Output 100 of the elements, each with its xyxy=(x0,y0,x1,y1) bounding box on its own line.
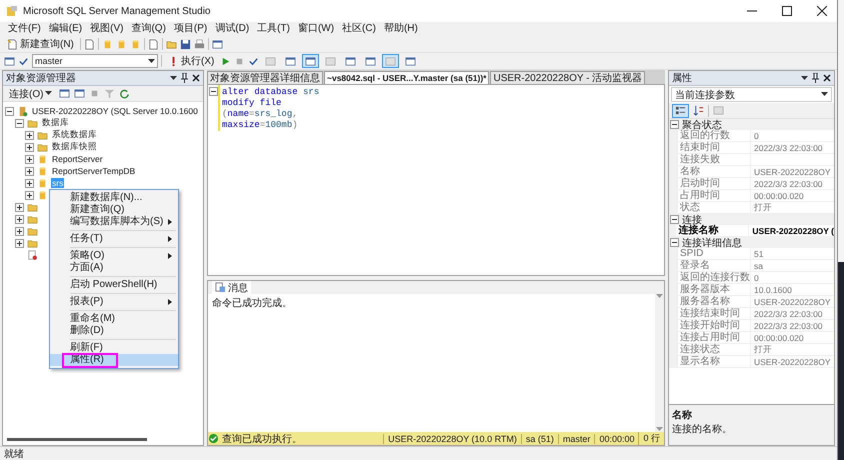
menu-item[interactable]: 策略(O) xyxy=(50,250,178,262)
tree-item[interactable]: USER-20220228OY (SQL Server 10.0.1600 xyxy=(31,106,199,116)
menu-item[interactable]: 重命名(M) xyxy=(50,313,178,325)
collapse-icon[interactable] xyxy=(670,238,679,247)
expand-icon[interactable] xyxy=(25,142,34,152)
maximize-icon[interactable] xyxy=(782,6,792,16)
categorized-button[interactable] xyxy=(672,104,689,118)
property-value: 10.0.1600 xyxy=(753,284,792,294)
printer-icon[interactable] xyxy=(194,38,205,50)
tree-item[interactable]: 系统数据库 xyxy=(51,129,98,141)
close-icon[interactable] xyxy=(192,74,200,82)
document-icon[interactable] xyxy=(84,38,95,50)
menu-item[interactable]: 查询(Q) xyxy=(127,22,170,36)
tree-item[interactable]: ReportServerTempDB xyxy=(51,166,136,176)
menu-item[interactable]: 新建查询(Q) xyxy=(50,204,178,216)
toolbar-toggle[interactable] xyxy=(382,54,400,68)
collapse-icon[interactable] xyxy=(670,215,679,224)
collapse-icon[interactable] xyxy=(15,118,24,128)
expand-icon[interactable] xyxy=(25,190,34,200)
menu-item[interactable]: 项目(P) xyxy=(170,22,212,36)
menu-item[interactable]: 工具(T) xyxy=(253,22,294,36)
tree-item[interactable]: 数据库快照 xyxy=(51,141,98,153)
window-icon[interactable] xyxy=(212,38,223,50)
pin-icon[interactable] xyxy=(812,73,819,83)
menu-item[interactable]: 方面(A) xyxy=(50,262,178,274)
document-tab[interactable]: USER-20220228OY - 活动监视器 xyxy=(490,71,646,84)
window-icon[interactable] xyxy=(59,88,70,99)
object-dropdown[interactable]: 当前连接参数 xyxy=(671,87,832,102)
property-value: 2022/3/3 22:03:00 xyxy=(753,142,823,152)
collapse-icon[interactable] xyxy=(670,120,679,129)
check-icon[interactable] xyxy=(18,56,29,66)
document-tab[interactable]: 对象资源管理器详细信息 xyxy=(207,71,323,84)
property-value: 51 xyxy=(753,248,764,258)
collapse-icon[interactable] xyxy=(208,87,218,96)
folder-icon[interactable] xyxy=(166,38,177,50)
toolbar-toggle[interactable] xyxy=(302,54,320,68)
code-editor[interactable]: alter database srs modify file (name=srs_log, maxsize=100mb) xyxy=(218,85,320,131)
category-header: 聚合状态 xyxy=(682,119,722,130)
window-icon xyxy=(365,56,376,66)
expand-icon[interactable] xyxy=(15,226,24,236)
menu-item[interactable]: 删除(D) xyxy=(50,325,178,337)
property-name: 连接名称 xyxy=(676,225,750,236)
window-icon xyxy=(345,56,356,66)
execute-button[interactable]: 执行(X) xyxy=(165,54,218,68)
menu-item[interactable]: 编辑(E) xyxy=(44,22,86,36)
document-icon xyxy=(27,250,38,260)
property-name: 登录名 xyxy=(678,260,751,271)
property-name: 连接状态 xyxy=(678,344,751,355)
menu-item[interactable]: 视图(V) xyxy=(86,22,128,36)
menu-item[interactable]: 文件(F) xyxy=(4,22,45,36)
database-dropdown[interactable]: master xyxy=(32,54,158,68)
menu-item[interactable]: 启动 PowerShell(H) xyxy=(50,279,178,291)
menu-item[interactable]: 社区(C) xyxy=(338,22,380,36)
close-icon[interactable] xyxy=(817,6,827,16)
menu-item[interactable]: 报表(P) xyxy=(50,296,178,308)
expand-icon[interactable] xyxy=(15,214,24,224)
messages-tab[interactable]: 消息 xyxy=(212,281,251,294)
check-icon[interactable] xyxy=(248,56,260,66)
window-icon[interactable] xyxy=(4,56,15,66)
expand-icon[interactable] xyxy=(25,178,34,188)
menu-item[interactable]: 窗口(W) xyxy=(294,22,338,36)
new-query-button[interactable]: 新建查询(N) xyxy=(4,37,77,51)
refresh-icon[interactable] xyxy=(119,88,130,99)
pages-icon xyxy=(385,56,396,66)
sort-icon[interactable] xyxy=(693,105,704,116)
expand-icon[interactable] xyxy=(25,166,34,176)
database-icon xyxy=(37,166,48,176)
close-icon[interactable] xyxy=(823,74,831,82)
menu-item[interactable]: 新建数据库(N)... xyxy=(50,192,178,204)
property-value: 00:00:00.020 xyxy=(753,332,804,342)
play-icon[interactable] xyxy=(220,56,232,66)
window-icon[interactable] xyxy=(74,88,86,99)
collapse-icon[interactable] xyxy=(5,106,14,116)
expand-icon[interactable] xyxy=(25,154,34,164)
menu-item[interactable]: 调试(D) xyxy=(211,22,254,36)
expand-icon[interactable] xyxy=(15,238,24,248)
category-header: 连接 xyxy=(682,214,702,226)
document-tab[interactable]: ~vs8042.sql - USER...Y.master (sa (51))* xyxy=(324,71,490,84)
expand-icon[interactable] xyxy=(15,202,24,212)
status-segment: sa (51) xyxy=(520,434,558,444)
expand-icon[interactable] xyxy=(25,130,34,140)
property-name: 返回的连接行数 xyxy=(678,272,751,283)
menu-item[interactable]: 刷新(F) xyxy=(50,342,178,354)
property-value: 00:00:00.020 xyxy=(753,190,804,200)
property-name: 服务器名称 xyxy=(678,296,751,307)
pages-icon xyxy=(265,56,276,66)
menu-item[interactable]: 任务(T) xyxy=(50,233,178,245)
menu-item[interactable]: 编写数据库脚本为(S) xyxy=(50,216,178,228)
scrollbar-thumb[interactable] xyxy=(7,438,147,440)
menu-item[interactable]: 帮助(H) xyxy=(380,22,422,36)
tree-item[interactable]: 数据库 xyxy=(41,117,70,129)
property-name: 显示名称 xyxy=(678,356,751,367)
tree-item[interactable]: ReportServer xyxy=(51,154,104,164)
pin-icon[interactable] xyxy=(181,73,188,83)
folder-icon xyxy=(27,202,38,212)
message-icon xyxy=(215,282,226,293)
folder-icon xyxy=(27,226,38,236)
property-value: sa xyxy=(753,260,763,270)
database-icon xyxy=(37,190,48,200)
document-icon[interactable] xyxy=(148,38,159,50)
